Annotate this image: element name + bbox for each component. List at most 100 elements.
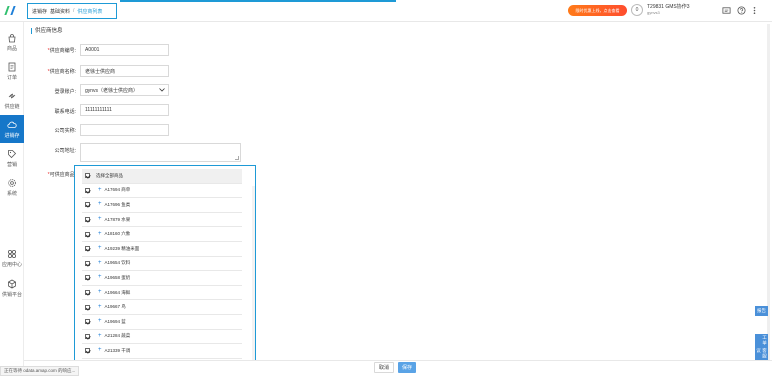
gear-icon	[8, 178, 16, 187]
goods-name: A17879 水果	[104, 216, 131, 222]
sidebar-item-distribution-platform[interactable]: 供销平台	[0, 274, 24, 302]
supplier-name-field[interactable]: 老徐士供应商	[80, 65, 169, 77]
expand-plus-icon[interactable]: +	[98, 274, 102, 280]
goods-name: A19667 鸟	[104, 304, 126, 310]
expand-plus-icon[interactable]: +	[98, 347, 102, 353]
goods-row[interactable]: + A21284 蔬菜	[82, 330, 242, 345]
available-goods-label: *可供应商品:	[47, 172, 76, 178]
user-info[interactable]: T29831 GMS协作3 gynvs3	[647, 4, 690, 16]
goods-row[interactable]: + A17879 水果	[82, 213, 242, 228]
goods-name: A19654 饮料	[104, 260, 131, 266]
apps-icon	[7, 249, 17, 258]
app-logo[interactable]	[4, 6, 18, 16]
goods-row[interactable]: + A17696 鱼类	[82, 198, 242, 213]
sidebar-item-inventory[interactable]: 进销存	[0, 115, 24, 143]
breadcrumb-item-supplier-list: 供应商列表	[77, 8, 103, 15]
goods-checkbox[interactable]	[85, 202, 90, 208]
goods-checkbox[interactable]	[85, 319, 90, 325]
expand-plus-icon[interactable]: +	[98, 216, 102, 222]
section-title: 供应商信息	[31, 28, 63, 34]
bag-icon	[8, 33, 16, 42]
tag-icon	[8, 149, 17, 158]
expand-plus-icon[interactable]: +	[98, 245, 102, 251]
goods-checkbox[interactable]	[85, 246, 90, 252]
goods-checkbox[interactable]	[85, 304, 90, 310]
goods-scrollbar[interactable]	[252, 186, 255, 361]
goods-row[interactable]: + A17694 商单	[82, 184, 242, 199]
user-account: gynvs3	[647, 10, 660, 15]
breadcrumb-item-inventory[interactable]: 进销存	[32, 8, 47, 15]
expand-plus-icon[interactable]: +	[98, 333, 102, 339]
sidebar: 商品 订单 供应链 进销存 营销 系统 应用中心 供销平台	[0, 22, 24, 376]
sidebar-item-supply-chain[interactable]: 供应链	[0, 86, 24, 114]
cancel-button[interactable]: 取消	[374, 362, 394, 373]
supplier-code-field[interactable]: A0001	[80, 44, 169, 56]
chain-icon	[8, 93, 16, 98]
sidebar-item-label: 系统	[6, 190, 17, 197]
sidebar-item-system[interactable]: 系统	[0, 173, 24, 201]
goods-checkbox[interactable]	[85, 348, 90, 354]
document-icon	[8, 62, 16, 71]
goods-row[interactable]: + A19694 蓝	[82, 315, 242, 330]
goods-row[interactable]: + A19667 鸟	[82, 300, 242, 315]
expand-plus-icon[interactable]: +	[98, 187, 102, 193]
supplier-name-label: *供应商名称:	[47, 69, 76, 75]
company-name-field[interactable]	[80, 124, 169, 136]
goods-row[interactable]: + A19658 蛋奶	[82, 271, 242, 286]
goods-row[interactable]: + A21339 干调	[82, 344, 242, 359]
sidebar-item-app-center[interactable]: 应用中心	[0, 244, 24, 272]
save-button[interactable]: 保存	[398, 362, 416, 373]
goods-row[interactable]: + A18160 六象	[82, 227, 242, 242]
company-name-label: 公司实称:	[54, 128, 76, 134]
select-all-label: 选择全部商品	[96, 172, 123, 178]
goods-checkbox[interactable]	[85, 217, 90, 223]
phone-field[interactable]: 11111111111	[80, 104, 169, 116]
sidebar-item-label: 应用中心	[1, 261, 22, 268]
expand-plus-icon[interactable]: +	[98, 289, 102, 295]
sidebar-item-goods[interactable]: 商品	[0, 28, 24, 56]
select-all-row[interactable]: 选择全部商品	[82, 169, 242, 184]
goods-selection-panel: 选择全部商品 + A17694 商单 + A17696 鱼类 + A17879 水果 …	[74, 165, 256, 362]
goods-checkbox[interactable]	[85, 260, 90, 266]
select-all-checkbox[interactable]	[85, 173, 90, 179]
goods-checkbox[interactable]	[85, 333, 90, 339]
sidebar-item-orders[interactable]: 订单	[0, 57, 24, 85]
phone-label: 联系电话:	[54, 109, 76, 115]
sidebar-item-label: 供销平台	[1, 291, 22, 298]
goods-name: A19239 精油米面	[104, 245, 140, 251]
tab-underline	[120, 0, 396, 2]
goods-row[interactable]: + A19239 精油米面	[82, 242, 242, 257]
report-tab[interactable]: 报告	[755, 306, 768, 316]
promo-button[interactable]: 限时优惠上线，点击查看	[568, 5, 627, 16]
breadcrumb: 进销存 基础资料 / 供应商列表	[27, 3, 117, 19]
login-account-select[interactable]: gynvs（老徐士供应商）	[80, 84, 169, 96]
goods-name: A21284 蔬菜	[104, 333, 131, 339]
breadcrumb-item-basic-data[interactable]: 基础资料	[50, 8, 70, 15]
expand-plus-icon[interactable]: +	[98, 304, 102, 310]
expand-plus-icon[interactable]: +	[98, 260, 102, 266]
expand-plus-icon[interactable]: +	[98, 201, 102, 207]
goods-checkbox[interactable]	[85, 187, 90, 193]
goods-name: A17694 商单	[104, 187, 131, 193]
sidebar-item-label: 进销存	[4, 132, 20, 139]
company-address-textarea[interactable]	[80, 143, 241, 162]
login-account-value: gynvs（老徐士供应商）	[85, 87, 139, 94]
goods-checkbox[interactable]	[85, 290, 90, 296]
sidebar-item-marketing[interactable]: 营销	[0, 144, 24, 172]
help-icon[interactable]	[736, 5, 746, 15]
more-icon[interactable]	[749, 5, 759, 15]
goods-name: A19658 蛋奶	[104, 274, 131, 280]
expand-plus-icon[interactable]: +	[98, 231, 102, 237]
goods-checkbox[interactable]	[85, 275, 90, 281]
goods-checkbox[interactable]	[85, 231, 90, 237]
expand-plus-icon[interactable]: +	[98, 318, 102, 324]
company-address-label: 公司地址:	[54, 148, 76, 154]
avatar[interactable]: 0	[631, 4, 643, 16]
sidebar-item-label: 营销	[6, 161, 17, 168]
goods-row[interactable]: + A19654 饮料	[82, 257, 242, 272]
cloud-icon	[7, 121, 17, 128]
goods-row[interactable]: + A19664 海鲜	[82, 286, 242, 301]
breadcrumb-separator: /	[73, 8, 75, 14]
message-icon[interactable]	[721, 5, 731, 15]
browser-status-text: 正在等待 odata.amap.com 的响应...	[0, 366, 80, 376]
